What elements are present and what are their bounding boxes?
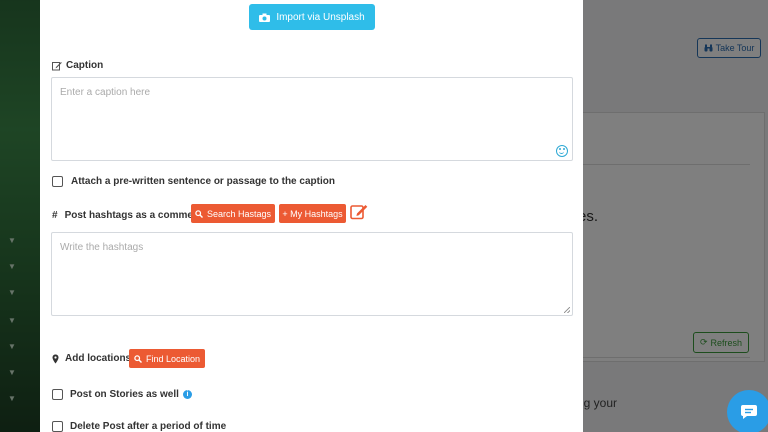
my-hashtags-button[interactable]: + My Hashtags	[279, 204, 346, 223]
attach-caption-row[interactable]: Attach a pre-written sentence or passage…	[52, 176, 335, 187]
stories-checkbox[interactable]	[52, 389, 63, 400]
hashtags-input[interactable]: Write the hashtags	[51, 232, 573, 316]
attach-label: Attach a pre-written sentence or passage…	[71, 176, 335, 187]
stories-label: Post on Stories as well	[70, 389, 179, 400]
find-location-label: Find Location	[145, 353, 201, 364]
delete-post-label: Delete Post after a period of time	[70, 421, 227, 432]
delete-post-checkbox[interactable]	[52, 421, 63, 432]
caption-label: Caption	[66, 60, 104, 71]
delete-post-row[interactable]: Delete Post after a period of time	[52, 421, 226, 432]
import-unsplash-label: Import via Unsplash	[276, 11, 365, 23]
location-label: Add locations	[65, 353, 132, 364]
edit-icon	[52, 61, 62, 70]
edit-hashtags-icon[interactable]	[350, 203, 369, 220]
hashtags-placeholder: Write the hashtags	[60, 242, 144, 253]
hashtags-header: # Post hashtags as a comment	[52, 210, 202, 221]
stories-row[interactable]: Post on Stories as well i	[52, 389, 192, 400]
camera-icon	[259, 13, 271, 22]
import-unsplash-button[interactable]: Import via Unsplash	[249, 4, 375, 30]
info-icon[interactable]: i	[182, 390, 192, 399]
search-icon	[134, 354, 142, 363]
location-header: Add locations	[52, 353, 131, 364]
caption-header: Caption	[52, 60, 103, 71]
caption-input[interactable]: Enter a caption here	[51, 77, 573, 161]
post-modal: Import via Unsplash Caption Enter a capt…	[40, 0, 583, 432]
chat-button[interactable]	[727, 390, 768, 432]
smiley-icon[interactable]	[556, 145, 568, 157]
my-hashtags-label: + My Hashtags	[282, 208, 343, 219]
hashtags-label: Post hashtags as a comment	[64, 210, 203, 221]
search-hashtags-label: Search Hastags	[206, 208, 272, 219]
attach-checkbox[interactable]	[52, 176, 63, 187]
caption-placeholder: Enter a caption here	[60, 87, 151, 98]
resize-handle[interactable]	[564, 307, 570, 313]
map-pin-icon	[52, 354, 59, 363]
chat-icon	[741, 405, 757, 419]
search-hashtags-button[interactable]: Search Hastags	[191, 204, 275, 223]
search-icon	[195, 209, 203, 218]
find-location-button[interactable]: Find Location	[129, 349, 205, 368]
hash-icon: #	[52, 210, 58, 221]
